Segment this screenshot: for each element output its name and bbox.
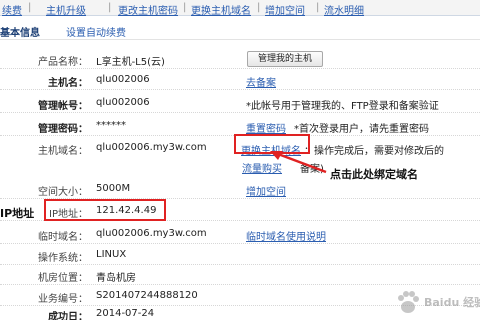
- arrow-icon: [270, 151, 327, 174]
- ip-annotation: IP地址: [0, 207, 35, 220]
- watermark-text: Baidu 经验: [424, 296, 480, 309]
- bind-domain-annotation: 点击此处绑定域名: [330, 168, 418, 181]
- paw-logo-icon: [398, 291, 419, 313]
- watermark: Baidu 经验: [394, 288, 480, 318]
